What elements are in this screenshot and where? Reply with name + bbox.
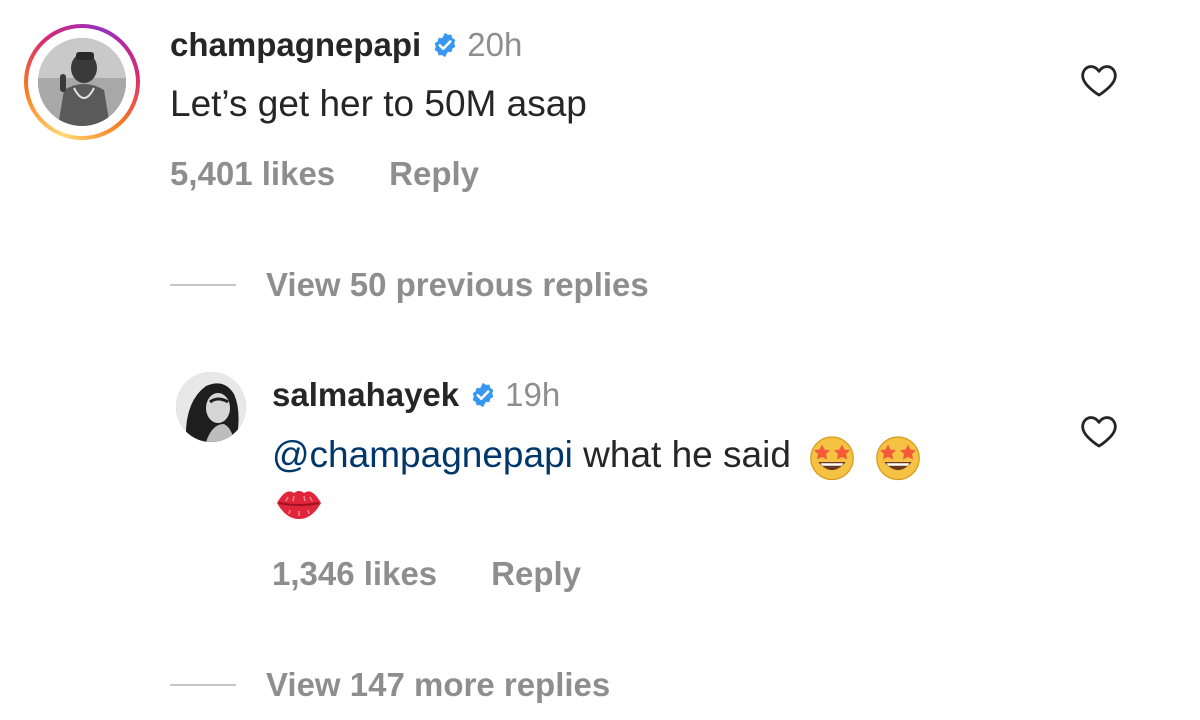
view-previous-label: View 50 previous replies [266,266,649,303]
verified-badge-icon [469,381,497,409]
view-more-replies-button[interactable]: View 147 more replies [170,666,610,704]
heart-outline-icon[interactable] [1080,62,1118,98]
comment-body: what he said [572,433,791,475]
view-previous-replies-button[interactable]: View 50 previous replies [170,266,649,304]
mention-link[interactable]: @champagnepapi [272,434,573,475]
timestamp: 19h [505,376,561,413]
divider [170,684,236,686]
comments-thread: champagnepapi 20h Let’s get her to 50M a… [0,0,1200,720]
comment-meta: 5,401 likes Reply [170,155,479,193]
comment-header: champagnepapi 20h [170,26,522,64]
comment-text: @champagnepapi what he said [272,433,923,481]
username[interactable]: salmahayek [272,376,459,414]
comment-text: Let’s get her to 50M asap [170,83,587,124]
comment-meta: 1,346 likes Reply [272,555,581,593]
kiss-mark-emoji [274,483,324,528]
divider [170,284,236,286]
profile-photo-icon [38,38,126,126]
timestamp: 20h [467,26,523,63]
avatar[interactable] [38,38,126,126]
profile-photo-icon [176,372,246,442]
star-struck-emoji [873,433,923,481]
likes-count[interactable]: 5,401 likes [170,155,335,193]
likes-count[interactable]: 1,346 likes [272,555,437,593]
reply-button[interactable]: Reply [491,555,581,593]
comment-header: salmahayek 19h [272,376,560,414]
star-struck-emoji [807,433,857,481]
view-more-label: View 147 more replies [266,666,611,703]
verified-badge-icon [431,31,459,59]
heart-outline-icon[interactable] [1080,413,1118,449]
username[interactable]: champagnepapi [170,26,421,64]
avatar[interactable] [176,372,246,442]
reply-button[interactable]: Reply [389,155,479,193]
